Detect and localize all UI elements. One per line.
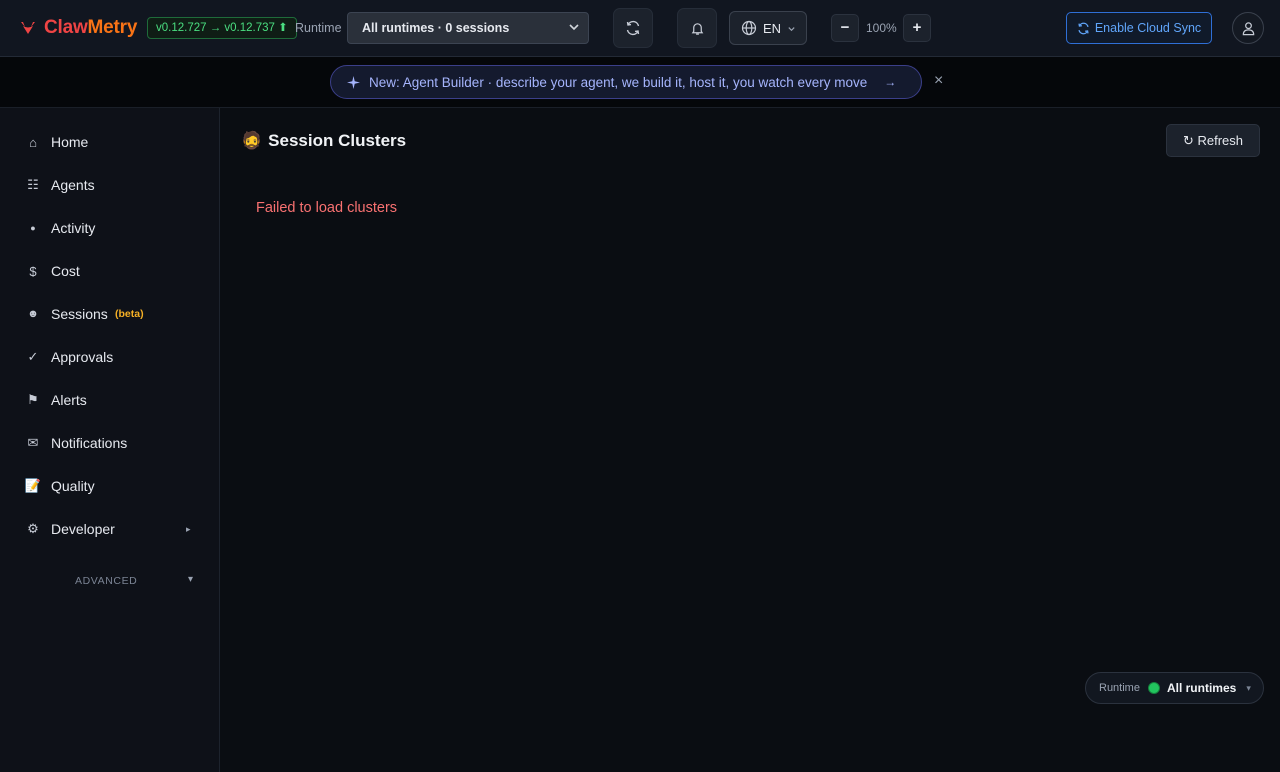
error-message: Failed to load clusters — [256, 200, 398, 216]
enable-cloud-sync-button[interactable]: Enable Cloud Sync — [1066, 12, 1212, 44]
notifications-button[interactable] — [677, 8, 717, 48]
main-content: 🧔 Session Clusters ↻ Refresh Failed to l… — [220, 108, 1280, 772]
refresh-icon — [626, 20, 640, 36]
close-announcement-button[interactable]: × — [934, 72, 943, 90]
arrow-right-icon: → — [884, 75, 897, 89]
chevron-down-icon — [569, 13, 579, 56]
runtime-pill-value: All runtimes — [1166, 681, 1237, 695]
language-value: EN — [763, 20, 782, 36]
sidebar-item-approvals[interactable]: ✓ Approvals — [0, 339, 219, 375]
face-icon: ☻ — [27, 308, 39, 320]
cloud-sync-label: Enable Cloud Sync — [1094, 21, 1202, 35]
reload-button[interactable] — [613, 8, 653, 48]
sidebar-item-label: Notifications — [51, 435, 128, 451]
brand-name: ClawMetry — [44, 17, 137, 39]
sidebar-item-notifications[interactable]: ✉ Notifications — [0, 425, 219, 461]
claw-logo-icon — [21, 22, 35, 34]
sidebar-item-activity[interactable]: ● Activity — [0, 210, 219, 246]
sidebar-item-sessions[interactable]: ☻ Sessions (beta) — [0, 296, 219, 332]
gear-icon: ⚙ — [27, 521, 39, 536]
language-selector[interactable]: EN — [729, 11, 807, 45]
page-title: 🧔 Session Clusters — [241, 131, 406, 151]
sidebar-item-agents[interactable]: ☷ Agents — [0, 167, 219, 203]
memo-icon: 📝 — [24, 478, 42, 493]
zoom-level: 100% — [866, 21, 897, 35]
sidebar-item-home[interactable]: ⌂ Home — [0, 124, 219, 160]
check-icon: ✓ — [27, 349, 39, 364]
user-icon — [1242, 21, 1254, 35]
person-icon: 🧔 — [241, 131, 263, 150]
home-icon: ⌂ — [29, 134, 37, 150]
sidebar-item-developer[interactable]: ⚙ Developer ▸ — [0, 511, 219, 547]
brand-name-part1: Claw — [44, 17, 88, 38]
runtime-select-value: All runtimes · 0 sessions — [362, 21, 510, 35]
globe-icon — [741, 20, 757, 36]
app-logo[interactable]: ClawMetry — [18, 16, 137, 40]
sidebar-item-quality[interactable]: 📝 Quality — [0, 468, 219, 504]
envelope-icon: ✉ — [27, 435, 39, 450]
sidebar-item-alerts[interactable]: ⚑ Alerts — [0, 382, 219, 418]
chevron-right-icon: ▸ — [186, 523, 191, 534]
sparkle-icon — [347, 75, 360, 89]
chevron-down-icon: ▾ — [1246, 682, 1251, 693]
sidebar-item-label: Developer — [51, 521, 115, 537]
sidebar-item-label: Home — [51, 134, 89, 150]
beta-badge: (beta) — [115, 308, 144, 320]
sidebar-item-label: Approvals — [51, 349, 114, 365]
announcement-text: New: Agent Builder · describe your agent… — [369, 74, 868, 90]
runtime-select[interactable]: All runtimes · 0 sessions — [347, 12, 589, 44]
sidebar-item-label: Alerts — [51, 392, 87, 408]
chevron-down-icon — [788, 26, 795, 31]
runtime-switcher-pill[interactable]: Runtime All runtimes ▾ — [1085, 672, 1264, 704]
advanced-section-toggle[interactable]: ADVANCED — [75, 575, 137, 587]
runtime-pill-label: Runtime — [1099, 682, 1140, 694]
version-badge[interactable]: v0.12.727 → v0.12.737 ⬆ — [147, 17, 297, 39]
announcement-bar: New: Agent Builder · describe your agent… — [0, 57, 1280, 108]
user-avatar[interactable] — [1232, 12, 1264, 44]
sidebar-item-label: Quality — [51, 478, 95, 494]
status-dot-icon — [1147, 682, 1160, 694]
dollar-icon: $ — [29, 263, 37, 279]
agent-builder-announcement[interactable]: New: Agent Builder · describe your agent… — [330, 65, 922, 99]
bell-icon — [691, 22, 703, 35]
page-title-text: Session Clusters — [268, 131, 407, 150]
sidebar-item-label: Agents — [51, 177, 95, 193]
sync-icon — [1078, 22, 1089, 34]
refresh-button[interactable]: ↻ Refresh — [1166, 124, 1260, 157]
sidebar-item-label: Cost — [51, 263, 80, 279]
brand-name-part2: Metry — [87, 17, 138, 38]
sidebar-item-label: Sessions — [51, 306, 108, 322]
top-bar: ClawMetry v0.12.727 → v0.12.737 ⬆ Runtim… — [0, 0, 1280, 57]
flag-icon: ⚑ — [27, 392, 39, 407]
sidebar-item-label: Activity — [51, 220, 96, 236]
zoom-in-button[interactable]: + — [903, 14, 931, 42]
sidebar: ⌂ Home ☷ Agents ● Activity $ Cost ☻ Sess… — [0, 108, 220, 772]
sidebar-item-cost[interactable]: $ Cost — [0, 253, 219, 289]
dot-icon: ● — [30, 223, 36, 233]
list-icon: ☷ — [27, 177, 39, 192]
chevron-down-icon[interactable]: ▾ — [188, 574, 193, 585]
runtime-label: Runtime — [295, 21, 342, 35]
zoom-out-button[interactable]: − — [831, 14, 859, 42]
